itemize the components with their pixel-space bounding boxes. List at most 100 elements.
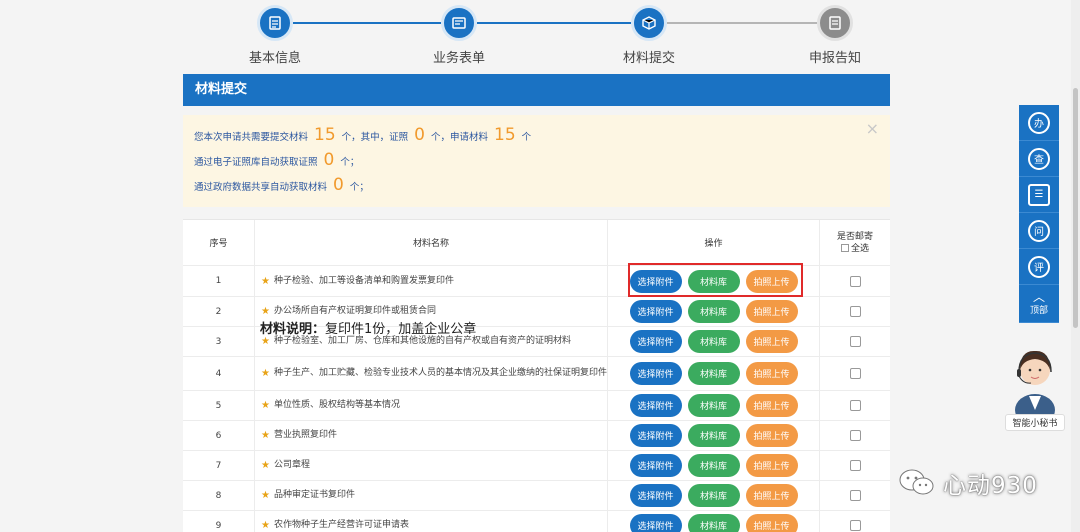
material-name: 种子生产、加工贮藏、检验专业技术人员的基本情况及其企业缴纳的社保证明复印件 [273, 368, 607, 378]
star-icon: ★ [261, 275, 270, 287]
mail-checkbox[interactable] [849, 520, 861, 531]
photo-upload-button[interactable]: 拍照上传 [745, 269, 798, 293]
mail-checkbox[interactable] [849, 490, 861, 501]
photo-upload-button[interactable]: 拍照上传 [745, 300, 798, 323]
header-mail-label: 是否邮寄 [836, 231, 873, 242]
material-library-button[interactable]: 材料库 [687, 514, 740, 532]
material-library-button[interactable]: 材料库 [687, 454, 740, 477]
step-connector [477, 22, 631, 24]
select-attachment-button[interactable]: 选择附件 [629, 514, 682, 532]
material-library-button[interactable]: 材料库 [687, 330, 740, 353]
row-index: 9 [183, 511, 255, 532]
notice-text: 个 [521, 132, 532, 143]
mail-checkbox[interactable] [849, 275, 861, 287]
mail-checkbox[interactable] [849, 336, 861, 347]
select-attachment-button[interactable]: 选择附件 [629, 484, 682, 507]
star-icon: ★ [261, 306, 270, 317]
material-library-button[interactable]: 材料库 [687, 269, 740, 293]
row-actions: 选择附件 材料库 拍照上传 [608, 357, 820, 390]
notice-line-license: 通过电子证照库自动获取证照 0 个； [194, 150, 359, 170]
list-icon: ☰ [1028, 183, 1050, 206]
scrollbar-thumb[interactable] [1073, 88, 1078, 328]
header-index: 序号 [183, 220, 255, 265]
photo-upload-button[interactable]: 拍照上传 [745, 454, 798, 477]
back-to-top-label: 顶部 [1029, 305, 1048, 316]
header-name: 材料名称 [255, 220, 608, 265]
notice-text: 通过电子证照库自动获取证照 [194, 157, 318, 168]
wechat-icon [899, 469, 934, 495]
notice-text: 个，申请材料 [431, 132, 489, 143]
star-icon: ★ [261, 490, 270, 501]
row-index: 7 [183, 451, 255, 480]
row-index: 6 [183, 421, 255, 450]
select-all-checkbox[interactable] [840, 244, 849, 252]
select-attachment-button[interactable]: 选择附件 [629, 394, 682, 417]
photo-upload-button[interactable]: 拍照上传 [745, 484, 798, 507]
materials-table: 序号 材料名称 操作 是否邮寄 全选 1 ★ 种子检验、加工等设备清单和购置发票复印… [183, 219, 890, 532]
material-library-button[interactable]: 材料库 [687, 362, 740, 385]
row-index: 1 [183, 266, 255, 296]
back-to-top-button[interactable]: ︿ 顶部 [1019, 285, 1059, 323]
select-attachment-button[interactable]: 选择附件 [629, 330, 682, 353]
row-name-cell: ★ 单位性质、股权结构等基本情况 [255, 391, 608, 420]
mail-checkbox[interactable] [849, 400, 861, 411]
table-row: 9 ★ 农作物种子生产经营许可证申请表 选择附件 材料库 拍照上传 [183, 511, 890, 532]
sidebar-list-button[interactable]: ☰ [1019, 177, 1059, 213]
step-connector [667, 22, 817, 24]
material-library-button[interactable]: 材料库 [687, 394, 740, 417]
question-icon: 问 [1028, 219, 1050, 242]
watermark: 心动930 [897, 466, 1038, 500]
row-index: 8 [183, 481, 255, 510]
row-index: 5 [183, 391, 255, 420]
total-count: 15 [314, 125, 336, 145]
mail-checkbox[interactable] [849, 430, 861, 441]
right-sidebar: 办 查 ☰ 问 评 ︿ 顶部 [1019, 105, 1059, 323]
tooltip-label: 材料说明： [260, 322, 326, 337]
progress-stepper: 基本信息 业务表单 材料提交 申报告知 [183, 0, 890, 70]
sidebar-handle-button[interactable]: 办 [1019, 105, 1059, 141]
tooltip-text: 复印件1份，加盖企业公章 [325, 322, 477, 337]
row-name-cell: ★ 营业执照复印件 [255, 421, 608, 450]
header-mail: 是否邮寄 全选 [820, 220, 890, 265]
page: 基本信息 业务表单 材料提交 申报告知 材料提交 × 您本次申请共需要提交材料 … [0, 0, 1080, 532]
photo-upload-button[interactable]: 拍照上传 [745, 330, 798, 353]
material-library-button[interactable]: 材料库 [687, 300, 740, 323]
sidebar-question-button[interactable]: 问 [1019, 213, 1059, 249]
table-row: 7 ★ 公司章程 选择附件 材料库 拍照上传 [183, 451, 890, 481]
select-attachment-button[interactable]: 选择附件 [629, 454, 682, 477]
star-icon: ★ [261, 336, 270, 347]
mail-checkbox[interactable] [849, 368, 861, 379]
notice-text: 您本次申请共需要提交材料 [194, 132, 309, 143]
photo-upload-button[interactable]: 拍照上传 [745, 514, 798, 532]
photo-upload-button[interactable]: 拍照上传 [745, 424, 798, 447]
row-mail-cell [820, 327, 890, 356]
select-all[interactable]: 全选 [840, 243, 869, 255]
sidebar-rate-button[interactable]: 评 [1019, 249, 1059, 285]
photo-upload-button[interactable]: 拍照上传 [745, 394, 798, 417]
step-3-box-icon [631, 5, 667, 41]
material-library-button[interactable]: 材料库 [687, 424, 740, 447]
material-library-button[interactable]: 材料库 [687, 484, 740, 507]
assistant-label[interactable]: 智能小秘书 [1005, 414, 1065, 431]
star-icon: ★ [261, 430, 270, 441]
notice-text: 个，其中，证照 [341, 132, 409, 143]
photo-upload-button[interactable]: 拍照上传 [745, 362, 798, 385]
row-index: 3 [183, 327, 255, 356]
row-actions: 选择附件 材料库 拍照上传 [608, 297, 820, 326]
select-attachment-button[interactable]: 选择附件 [629, 269, 682, 293]
material-name: 办公场所自有产权证明复印件或租赁合同 [273, 306, 436, 316]
select-attachment-button[interactable]: 选择附件 [629, 362, 682, 385]
sidebar-query-button[interactable]: 查 [1019, 141, 1059, 177]
mail-checkbox[interactable] [849, 460, 861, 471]
close-icon[interactable]: × [866, 119, 879, 138]
select-all-label: 全选 [850, 243, 869, 254]
select-attachment-button[interactable]: 选择附件 [629, 300, 682, 323]
mail-checkbox[interactable] [849, 306, 861, 317]
step-4-notice-icon [817, 5, 853, 41]
row-actions: 选择附件 材料库 拍照上传 [608, 481, 820, 510]
row-name-cell: ★ 种子生产、加工贮藏、检验专业技术人员的基本情况及其企业缴纳的社保证明复印件 [255, 357, 608, 390]
row-index: 4 [183, 357, 255, 390]
row-actions: 选择附件 材料库 拍照上传 [608, 451, 820, 480]
select-attachment-button[interactable]: 选择附件 [629, 424, 682, 447]
row-mail-cell [820, 481, 890, 510]
